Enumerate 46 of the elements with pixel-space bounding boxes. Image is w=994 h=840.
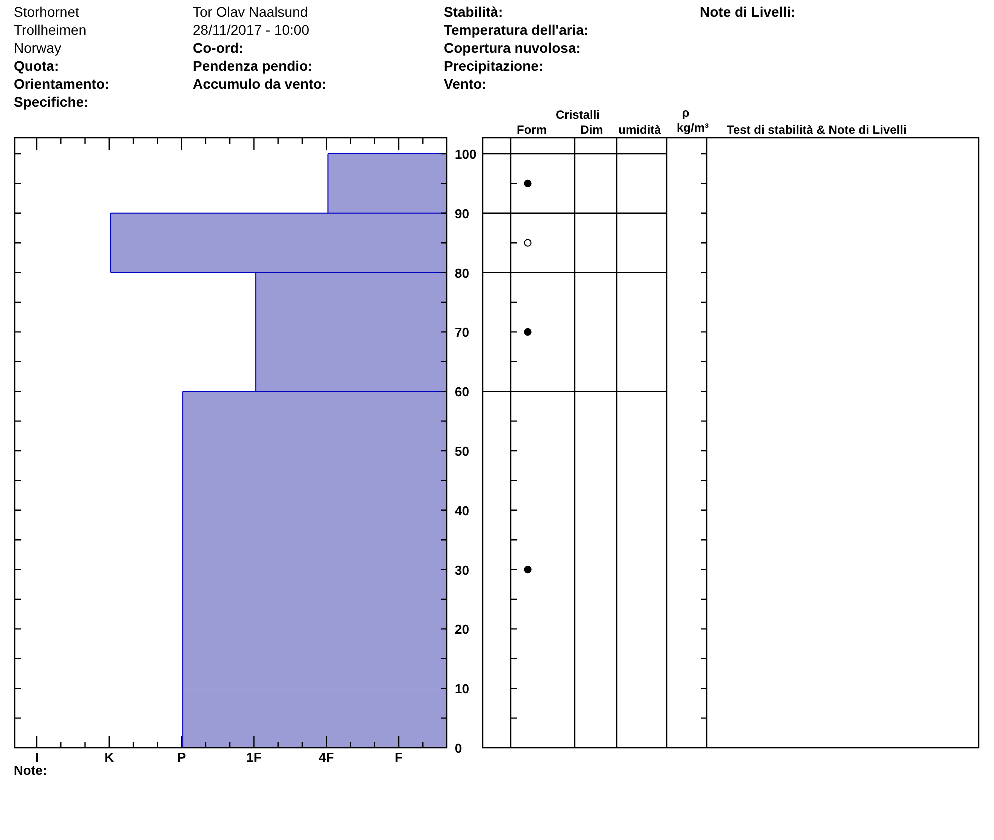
- filled-dot-icon: [524, 328, 532, 336]
- field-label: Co-ord:: [193, 39, 245, 57]
- open-circle-icon: [524, 239, 532, 247]
- axis-label: 80: [455, 266, 470, 281]
- column-heading: Form: [517, 123, 547, 137]
- filled-dot-icon: [524, 180, 532, 188]
- axis-label: 10: [455, 682, 470, 697]
- axis-label: 1F: [246, 750, 262, 765]
- field-value: Trollheimen: [14, 21, 88, 39]
- axis-label: 40: [455, 503, 470, 518]
- filled-dot-icon: [524, 566, 532, 574]
- column-heading: Dim: [580, 123, 604, 137]
- axis-label: F: [395, 750, 403, 765]
- column-heading: kg/m³: [677, 121, 709, 135]
- axis-label: K: [104, 750, 114, 765]
- column-heading: Cristalli: [556, 108, 600, 122]
- axis-label: 0: [455, 741, 462, 756]
- field-label: Vento:: [444, 75, 488, 93]
- field-label: Precipitazione:: [444, 57, 545, 75]
- field-value: Norway: [14, 39, 62, 57]
- field-label: Accumulo da vento:: [193, 75, 328, 93]
- field-label: Note di Livelli:: [700, 3, 797, 21]
- field-label: Specifiche:: [14, 93, 90, 111]
- column-heading: Test di stabilità & Note di Livelli: [727, 123, 907, 137]
- field-label: Copertura nuvolosa:: [444, 39, 582, 57]
- axis-label: 90: [455, 206, 470, 222]
- axis-label: 100: [455, 147, 477, 162]
- field-label: Quota:: [14, 57, 60, 75]
- field-label: Stabilità:: [444, 3, 504, 21]
- field-value: Tor Olav Naalsund: [193, 3, 310, 21]
- axis-label: 30: [455, 562, 470, 578]
- axis-label: 50: [455, 444, 470, 459]
- field-value: Storhornet: [14, 3, 80, 21]
- field-label: Pendenza pendio:: [193, 57, 314, 75]
- axis-label: P: [177, 750, 186, 765]
- axis-label: 20: [455, 622, 470, 638]
- density-symbol: ρ: [682, 106, 690, 120]
- field-value: 28/11/2017 - 10:00: [193, 21, 311, 39]
- axis-label: 60: [455, 384, 470, 400]
- column-heading: umidità: [618, 123, 662, 137]
- field-label: Temperatura dell'aria:: [444, 21, 590, 39]
- note-label: Note:: [14, 763, 48, 778]
- axis-label: I: [35, 750, 39, 765]
- field-label: Orientamento:: [14, 75, 111, 93]
- axis-label: 4F: [319, 750, 334, 765]
- axis-label: 70: [455, 325, 470, 340]
